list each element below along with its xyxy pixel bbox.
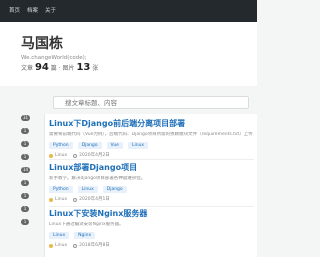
category-dot-icon	[49, 198, 53, 202]
divider	[49, 206, 254, 207]
article-summary: Linux下通过编译安装Nginx服务器。	[49, 222, 124, 227]
nav-item-about[interactable]: 关于	[45, 7, 56, 15]
category-count-badge[interactable]: 1	[21, 206, 29, 212]
article-summary: 新手教学。解决django项目部署各种疑难杂症。	[49, 176, 146, 181]
profile-header: 马国栋 We.changeWorld(code); 文章 94 篇 · 图片 1…	[0, 22, 257, 86]
tag[interactable]: Linux	[77, 186, 98, 193]
category-count-badge[interactable]: 1	[21, 141, 29, 147]
search-input[interactable]	[53, 96, 249, 109]
tag[interactable]: Python	[49, 186, 73, 193]
article-item: Linux下Django前后端分离项目部署 需要将前端代码（Vue为例），后端代…	[49, 119, 254, 159]
divider	[49, 159, 254, 160]
tag[interactable]: Linux	[127, 142, 149, 149]
tag[interactable]: Vue	[106, 142, 123, 149]
tag[interactable]: Python	[49, 142, 73, 149]
nav-item-archive[interactable]: 档案	[27, 7, 38, 15]
article-category[interactable]: Linux	[55, 197, 67, 203]
article-meta: Linux 2018年6月8日	[49, 243, 254, 249]
article-item: Linux部署Django项目 新手教学。解决django项目部署各种疑难杂症。…	[49, 163, 254, 203]
author-name: 马国栋	[21, 36, 63, 52]
images-count: 13	[76, 62, 91, 73]
category-dot-icon	[49, 244, 53, 248]
nav-item-home[interactable]: 首页	[9, 7, 20, 15]
category-count-badge[interactable]: 1	[21, 180, 29, 186]
clock-icon	[73, 198, 78, 202]
article-tags: Linux Nginx	[49, 232, 254, 239]
author-stats: 文章 94 篇 · 图片 13 张	[21, 62, 98, 75]
author-motto: We.changeWorld(code);	[21, 55, 87, 61]
article-category[interactable]: Linux	[55, 243, 67, 249]
article-title[interactable]: Linux下安装Nginx服务器	[49, 209, 254, 219]
tag[interactable]: Django	[102, 186, 127, 193]
article-list: Linux下Django前后端分离项目部署 需要将前端代码（Vue为例），后端代…	[44, 114, 257, 257]
article-date: 2018年6月8日	[79, 243, 110, 248]
category-sidebar: 31 1 1 1 14 1 1 1 1	[0, 88, 40, 257]
clock-icon	[73, 244, 78, 248]
article-item: Linux下安装Nginx服务器 Linux下通过编译安装Nginx服务器。 L…	[49, 209, 254, 249]
stats-separator: 篇 · 图片	[50, 65, 75, 72]
top-navbar: 首页 档案 关于	[0, 0, 257, 22]
article-tags: Python Django Vue Linux	[49, 142, 254, 149]
articles-count: 94	[34, 62, 49, 73]
nav-menu: 首页 档案 关于	[9, 7, 56, 15]
article-date: 2020年4月1日	[79, 197, 110, 202]
category-count-badge[interactable]: 14	[21, 167, 31, 173]
article-meta: Linux 2020年4月1日	[49, 197, 254, 203]
articles-label: 文章	[21, 65, 34, 72]
category-count-badge[interactable]: 31	[21, 115, 31, 121]
clock-icon	[73, 154, 78, 158]
article-summary: 需要将前端代码（Vue为例），后端代码、Django项目所需的依赖模块文件（re…	[49, 132, 253, 137]
article-title[interactable]: Linux下Django前后端分离项目部署	[49, 119, 254, 129]
tag[interactable]: Nginx	[74, 232, 96, 239]
article-title[interactable]: Linux部署Django项目	[49, 163, 254, 173]
images-unit: 张	[92, 65, 99, 72]
category-count-badge[interactable]: 1	[21, 128, 29, 134]
category-count-badge[interactable]: 1	[21, 193, 29, 199]
tag[interactable]: Linux	[49, 232, 70, 239]
category-dot-icon	[49, 154, 53, 158]
tag[interactable]: Django	[77, 142, 102, 149]
article-tags: Python Linux Django	[49, 186, 254, 193]
category-count-badge[interactable]: 1	[21, 219, 29, 225]
category-count-badge[interactable]: 1	[21, 154, 29, 160]
